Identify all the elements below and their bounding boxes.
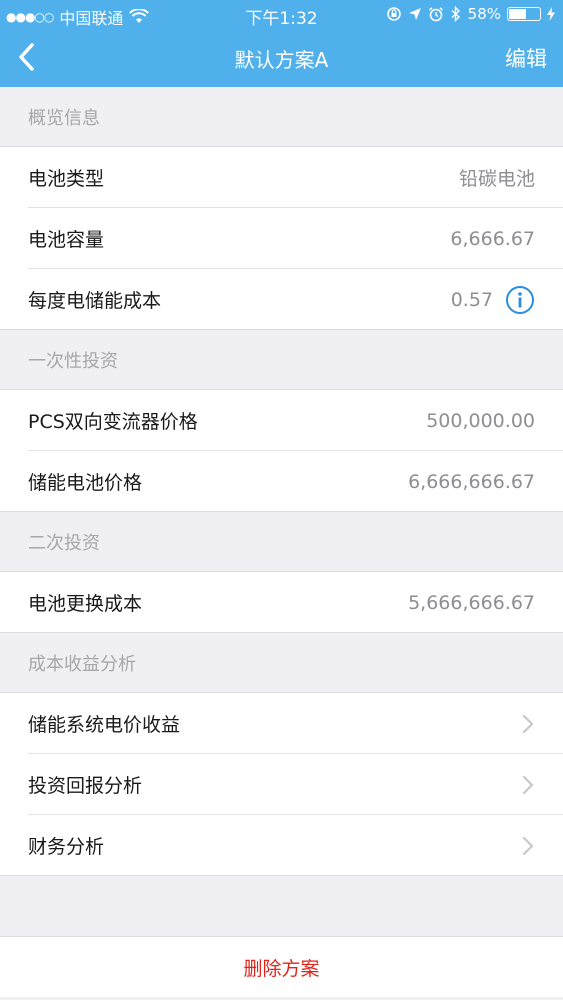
chevron-right-icon: [522, 775, 534, 794]
battery-type-value: 铅碳电池: [458, 168, 535, 190]
navigation-bar: 默认方案A 编辑: [0, 30, 563, 87]
pcs-price-row: PCS双向变流器价格 500,000.00: [0, 390, 563, 451]
section-header-overview: 概览信息: [0, 87, 563, 147]
analysis-item-label: 投资回报分析: [28, 775, 143, 797]
charging-bolt-icon: [547, 7, 555, 21]
battery-replacement-row: 电池更换成本 5,666,666.67: [0, 572, 563, 633]
section-header-cost-benefit: 成本收益分析: [0, 633, 563, 693]
edit-button[interactable]: 编辑: [505, 43, 547, 73]
battery-level-fill: [509, 9, 527, 19]
analysis-item-electricity-revenue[interactable]: 储能系统电价收益: [0, 693, 563, 754]
analysis-item-label: 储能系统电价收益: [28, 714, 181, 736]
page-title: 默认方案A: [234, 48, 329, 72]
chevron-right-icon: [522, 714, 534, 733]
battery-capacity-label: 电池容量: [28, 229, 105, 251]
scheme-detail-list: 概览信息 电池类型 铅碳电池 电池容量 6,666.67 每度电储能成本 0.5…: [0, 87, 563, 876]
battery-price-value: 6,666,666.67: [408, 470, 535, 493]
bluetooth-icon: [451, 6, 460, 22]
pcs-price-value: 500,000.00: [426, 409, 535, 432]
rotation-lock-icon: [386, 7, 401, 21]
battery-icon: [507, 7, 541, 21]
analysis-item-financial[interactable]: 财务分析: [0, 815, 563, 876]
info-icon[interactable]: [505, 285, 535, 315]
battery-capacity-row: 电池容量 6,666.67: [0, 208, 563, 269]
storage-cost-row: 每度电储能成本 0.57: [0, 269, 563, 330]
status-bar: ●●●○○ 中国联通 下午1:32 58%: [0, 0, 563, 30]
analysis-item-investment-return[interactable]: 投资回报分析: [0, 754, 563, 815]
battery-type-label: 电池类型: [28, 168, 105, 190]
analysis-item-label: 财务分析: [28, 836, 105, 858]
delete-scheme-button[interactable]: 删除方案: [0, 936, 563, 997]
storage-cost-label: 每度电储能成本: [28, 290, 162, 312]
battery-replacement-label: 电池更换成本: [28, 593, 143, 615]
section-header-secondary-investment: 二次投资: [0, 512, 563, 572]
battery-percent: 58%: [467, 5, 501, 23]
location-arrow-icon: [408, 8, 421, 20]
section-header-one-time-investment: 一次性投资: [0, 330, 563, 390]
battery-capacity-value: 6,666.67: [450, 227, 535, 250]
battery-price-row: 储能电池价格 6,666,666.67: [0, 451, 563, 512]
chevron-right-icon: [522, 836, 534, 855]
storage-cost-value: 0.57: [450, 288, 493, 311]
battery-price-label: 储能电池价格: [28, 472, 143, 494]
alarm-clock-icon: [428, 7, 443, 22]
battery-type-row: 电池类型 铅碳电池: [0, 147, 563, 208]
delete-scheme-label: 删除方案: [243, 957, 320, 980]
pcs-price-label: PCS双向变流器价格: [28, 411, 198, 433]
battery-replacement-value: 5,666,666.67: [408, 591, 535, 614]
